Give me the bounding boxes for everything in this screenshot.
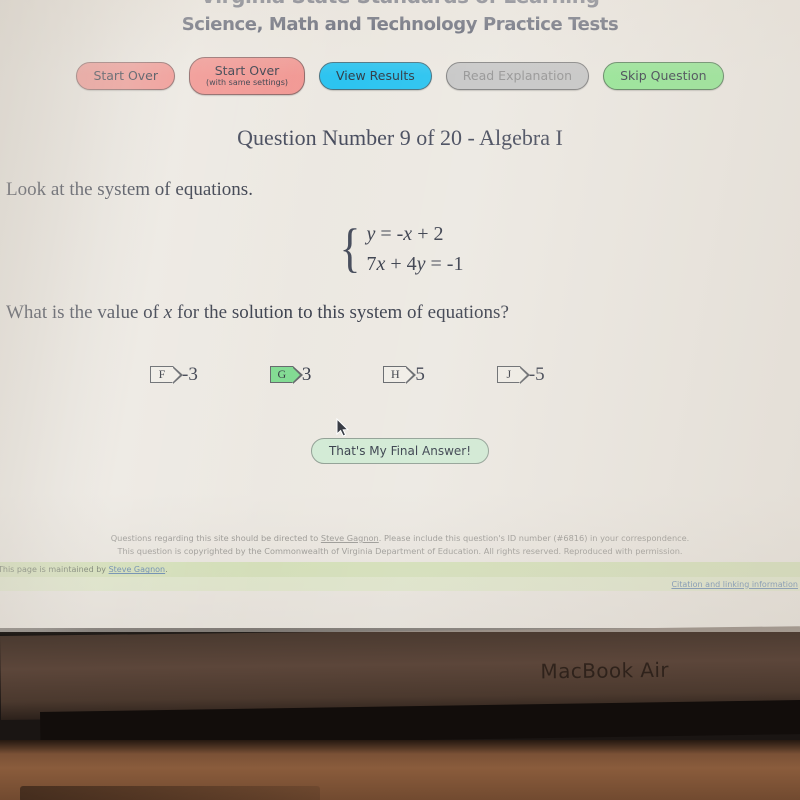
choice-tag-g-icon: G	[269, 366, 303, 385]
start-over-same-settings-label: Start Over	[214, 63, 280, 78]
choice-g[interactable]: G 3	[269, 363, 312, 386]
keyboard-keys	[20, 786, 320, 800]
laptop-screen: Virginia State Standards of Learning Sci…	[0, 0, 800, 632]
site-title-line1: Virginia State Standards of Learning	[0, 0, 800, 8]
view-results-button[interactable]: View Results	[319, 61, 432, 90]
maintained-prefix: This page is maintained by	[0, 565, 109, 575]
citation-link[interactable]: Citation and linking information	[671, 580, 798, 589]
practice-test-page: Virginia State Standards of Learning Sci…	[0, 0, 800, 632]
maintainer-link[interactable]: Steve Gagnon	[109, 565, 166, 574]
choice-value-h: 5	[415, 363, 425, 385]
choice-tag-h-icon: H	[383, 366, 417, 385]
question-prompt-line2: What is the value of x for the solution …	[6, 301, 509, 323]
choice-h[interactable]: H 5	[383, 364, 425, 386]
question-prompt-line1: Look at the system of equations.	[6, 178, 253, 200]
read-explanation-label: Read Explanation	[462, 67, 573, 83]
start-over-label: Start Over	[93, 67, 159, 83]
footer-line2: This question is copyrighted by the Comm…	[117, 545, 683, 556]
read-explanation-button: Read Explanation	[445, 61, 590, 90]
equation-brace: {	[339, 217, 360, 278]
footer-contact-link[interactable]: Steve Gagnon	[321, 533, 379, 543]
footer-note: Questions regarding this site should be …	[0, 532, 800, 557]
system-of-equations: { y = -x + 2 7x + 4y = -1	[6, 217, 794, 278]
choice-tag-j-icon: J	[496, 366, 530, 385]
toolbar: Start Over Start Over (with same setting…	[0, 57, 800, 95]
question-body: Look at the system of equations. { y = -…	[0, 179, 800, 324]
skip-question-label: Skip Question	[620, 67, 707, 83]
choice-value-f: -3	[182, 363, 198, 385]
start-over-same-settings-sublabel: (with same settings)	[206, 78, 289, 87]
macbook-air-label: MacBook Air	[540, 657, 670, 684]
choice-value-g: 3	[301, 363, 312, 385]
citation-bar: Citation and linking information	[0, 577, 800, 592]
site-title-line2: Science, Math and Technology Practice Te…	[181, 14, 619, 35]
deck-shadow	[0, 740, 800, 754]
choice-tag-f-icon: F	[150, 366, 183, 385]
footer-line1-prefix: Questions regarding this site should be …	[110, 532, 321, 543]
mouse-cursor-icon	[336, 418, 349, 437]
choice-f[interactable]: F -3	[150, 364, 198, 386]
start-over-same-settings-button[interactable]: Start Over (with same settings)	[189, 57, 306, 95]
view-results-label: View Results	[336, 67, 415, 83]
final-answer-button[interactable]: That's My Final Answer!	[310, 437, 490, 464]
site-title: Virginia State Standards of Learning Sci…	[0, 0, 800, 35]
equation-1: y = -x + 2	[366, 222, 444, 245]
choice-j[interactable]: J -5	[496, 363, 545, 386]
choice-value-j: -5	[528, 363, 545, 385]
maintained-by-text: This page is maintained by Steve Gagnon.	[0, 565, 168, 574]
start-over-button[interactable]: Start Over	[76, 61, 176, 90]
photo-of-laptop-screen: Virginia State Standards of Learning Sci…	[0, 0, 800, 800]
final-answer-label: That's My Final Answer!	[328, 443, 472, 458]
skip-question-button[interactable]: Skip Question	[603, 61, 724, 90]
answer-choices: F -3 G 3 H 5 J -5	[0, 364, 800, 386]
maintenance-bar: This page is maintained by Steve Gagnon.	[0, 562, 800, 578]
footer-line1-suffix: . Please include this question's ID numb…	[378, 532, 690, 543]
question-heading: Question Number 9 of 20 - Algebra I	[237, 124, 563, 150]
footer-line1: Questions regarding this site should be …	[68, 532, 732, 545]
maintained-suffix: .	[165, 565, 168, 575]
equation-2: 7x + 4y = -1	[366, 252, 464, 275]
